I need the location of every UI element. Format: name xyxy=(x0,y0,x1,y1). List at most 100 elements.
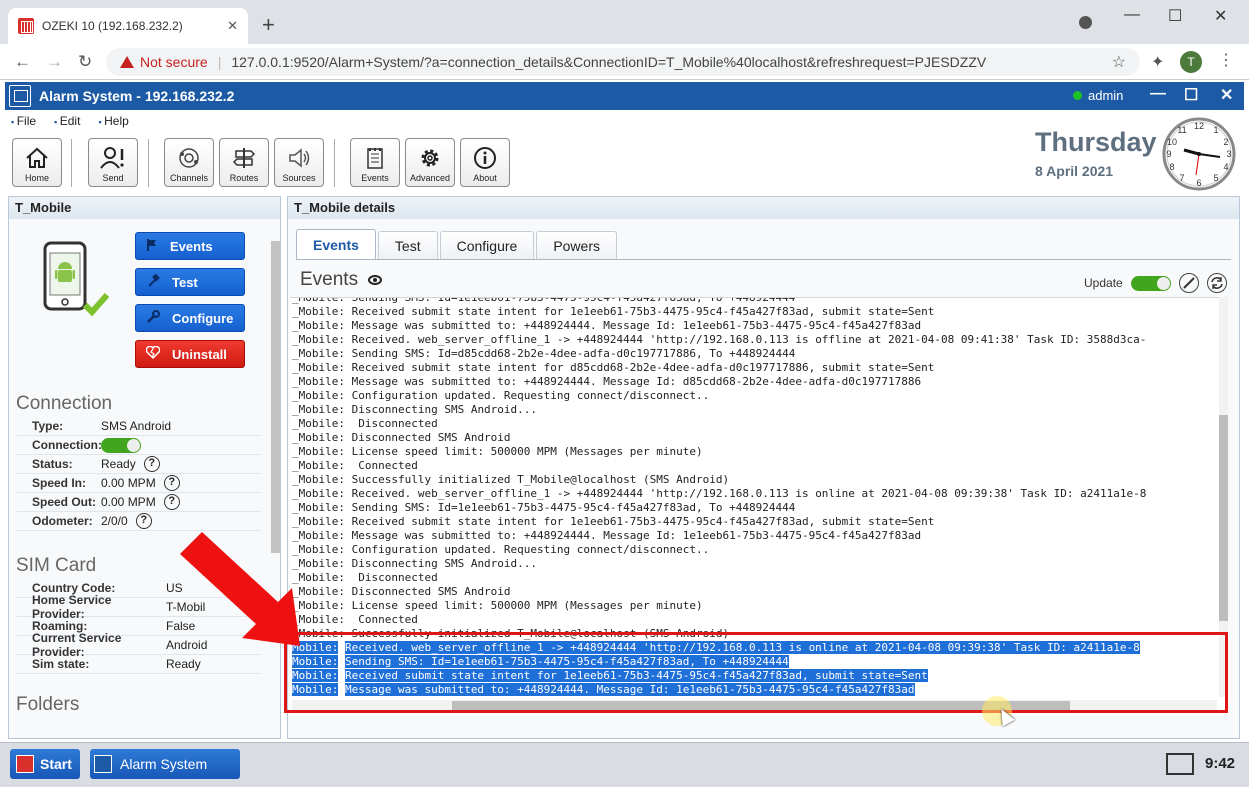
browser-menu-icon[interactable]: ⋮ xyxy=(1218,50,1234,70)
log-line[interactable]: _Mobile: Disconnected SMS Android xyxy=(290,585,1228,599)
back-button[interactable]: ← xyxy=(14,52,31,72)
connection-properties: Type: SMS Android Connection: Status: Re… xyxy=(17,417,261,531)
log-line[interactable]: _Mobile: Successfully initialized T_Mobi… xyxy=(290,473,1228,487)
menu-edit[interactable]: Edit xyxy=(54,114,81,128)
log-line[interactable]: _Mobile: Successfully initialized T_Mobi… xyxy=(290,627,1228,641)
log-line[interactable]: _Mobile: Disconnected xyxy=(290,417,1228,431)
log-vertical-scrollbar[interactable] xyxy=(1219,297,1228,697)
bookmark-star-icon[interactable]: ☆ xyxy=(1112,52,1126,72)
tab-search-icon[interactable] xyxy=(1079,16,1092,29)
svg-text:7: 7 xyxy=(1179,173,1184,183)
property-value xyxy=(101,437,141,453)
app-maximize-button[interactable]: ☐ xyxy=(1184,85,1198,105)
log-line[interactable]: _Mobile: Disconnected xyxy=(290,571,1228,585)
log-horizontal-scrollbar[interactable] xyxy=(292,700,1217,711)
start-button[interactable]: Start xyxy=(10,749,80,779)
uninstall-action-button[interactable]: Uninstall xyxy=(135,340,245,368)
event-log[interactable]: _Mobile: Sending SMS: Id=1e1eeb61-75b3-4… xyxy=(290,297,1228,715)
new-tab-button[interactable]: + xyxy=(262,12,275,38)
log-line[interactable]: _Mobile: Configuration updated. Requesti… xyxy=(290,389,1228,403)
clear-log-icon[interactable] xyxy=(1178,273,1199,293)
not-secure-label[interactable]: Not secure xyxy=(140,54,208,70)
scrollbar-thumb[interactable] xyxy=(452,701,1070,710)
eye-icon[interactable] xyxy=(368,275,383,285)
window-close-button[interactable]: ✕ xyxy=(1214,6,1227,26)
app-close-button[interactable]: ✕ xyxy=(1220,85,1233,105)
events-action-button[interactable]: Events xyxy=(135,232,245,260)
log-line[interactable]: _Mobile: Message was submitted to: +4489… xyxy=(290,375,1228,389)
log-line[interactable]: Mobile: Received submit state intent for… xyxy=(290,669,1228,683)
log-line[interactable]: _Mobile: Connected xyxy=(290,613,1228,627)
help-icon[interactable]: ? xyxy=(163,494,180,510)
user-indicator[interactable]: admin xyxy=(1073,88,1123,103)
log-line[interactable]: _Mobile: License speed limit: 500000 MPM… xyxy=(290,445,1228,459)
help-icon[interactable]: ? xyxy=(135,513,152,529)
taskbar-item-alarm-system[interactable]: Alarm System xyxy=(90,749,240,779)
window-minimize-button[interactable]: — xyxy=(1124,6,1140,24)
folders-section-title[interactable]: Folders xyxy=(16,694,79,716)
log-line[interactable]: Mobile: Sending SMS: Id=1e1eeb61-75b3-44… xyxy=(290,655,1228,669)
window-maximize-button[interactable]: ☐ xyxy=(1168,6,1182,26)
url-text[interactable]: 127.0.0.1:9520/Alarm+System/?a=connectio… xyxy=(231,54,986,70)
menu-file[interactable]: File xyxy=(11,114,36,128)
log-line[interactable]: _Mobile: Sending SMS: Id=1e1eeb61-75b3-4… xyxy=(290,501,1228,515)
log-line[interactable]: _Mobile: Message was submitted to: +4489… xyxy=(290,319,1228,333)
log-line[interactable]: _Mobile: Disconnecting SMS Android... xyxy=(290,557,1228,571)
log-line[interactable]: _Mobile: License speed limit: 500000 MPM… xyxy=(290,599,1228,613)
log-line[interactable]: _Mobile: Configuration updated. Requesti… xyxy=(290,543,1228,557)
log-message: License speed limit: 500000 MPM (Message… xyxy=(351,445,703,458)
monitor-icon[interactable] xyxy=(1166,753,1194,775)
property-key: Speed In: xyxy=(32,476,87,490)
refresh-icon[interactable] xyxy=(1206,273,1227,293)
channels-button[interactable]: Channels xyxy=(164,138,214,187)
log-line[interactable]: _Mobile: Received submit state intent fo… xyxy=(290,361,1228,375)
update-toggle[interactable] xyxy=(1130,275,1171,291)
scrollbar-thumb[interactable] xyxy=(271,241,280,553)
log-line[interactable]: Mobile: Received. web_server_offline_1 -… xyxy=(290,641,1228,655)
menu-help[interactable]: Help xyxy=(98,114,129,128)
forward-button[interactable]: → xyxy=(46,52,63,72)
profile-avatar[interactable]: T xyxy=(1180,51,1202,73)
sources-button[interactable]: Sources xyxy=(274,138,324,187)
side-panel-scrollbar[interactable] xyxy=(271,237,280,717)
scrollbar-thumb[interactable] xyxy=(1219,415,1228,621)
svg-text:4: 4 xyxy=(1223,162,1228,172)
log-line[interactable]: Mobile: Message was submitted to: +44892… xyxy=(290,683,1228,697)
omnibox[interactable]: Not secure | 127.0.0.1:9520/Alarm+System… xyxy=(106,48,1140,76)
routes-button[interactable]: Routes xyxy=(219,138,269,187)
tab-close-icon[interactable]: ✕ xyxy=(227,18,238,34)
log-message: Disconnecting SMS Android... xyxy=(351,403,538,416)
log-line[interactable]: _Mobile: Received submit state intent fo… xyxy=(290,305,1228,319)
configure-action-button[interactable]: Configure xyxy=(135,304,245,332)
log-line[interactable]: _Mobile: Disconnected SMS Android xyxy=(290,431,1228,445)
reload-button[interactable]: ↻ xyxy=(78,52,92,72)
help-icon[interactable]: ? xyxy=(143,456,160,472)
log-line[interactable]: _Mobile: Connected xyxy=(290,459,1228,473)
log-line[interactable]: _Mobile: Received. web_server_offline_1 … xyxy=(290,333,1228,347)
browser-tab[interactable]: OZEKI 10 (192.168.232.2) ✕ xyxy=(8,8,248,44)
home-button[interactable]: Home xyxy=(12,138,62,187)
tab-powers[interactable]: Powers xyxy=(536,231,617,259)
extensions-icon[interactable]: ✦ xyxy=(1151,52,1164,72)
tab-events[interactable]: Events xyxy=(296,229,376,259)
log-line[interactable]: _Mobile: Received. web_server_offline_1 … xyxy=(290,487,1228,501)
log-line[interactable]: _Mobile: Sending SMS: Id=1e1eeb61-75b3-4… xyxy=(290,298,1228,305)
tab-configure[interactable]: Configure xyxy=(439,231,535,259)
send-button[interactable]: Send xyxy=(88,138,138,187)
gear-icon xyxy=(417,147,443,169)
log-line[interactable]: _Mobile: Received submit state intent fo… xyxy=(290,515,1228,529)
connection-toggle[interactable] xyxy=(101,437,141,453)
test-action-button[interactable]: Test xyxy=(135,268,245,296)
events-button[interactable]: Events xyxy=(350,138,400,187)
log-line[interactable]: _Mobile: Disconnecting SMS Android... xyxy=(290,403,1228,417)
log-source: _Mobile: xyxy=(292,445,345,458)
log-message: Received submit state intent for d85cdd6… xyxy=(351,361,935,374)
log-line[interactable]: _Mobile: Sending SMS: Id=d85cdd68-2b2e-4… xyxy=(290,347,1228,361)
tab-test[interactable]: Test xyxy=(377,231,438,259)
advanced-button[interactable]: Advanced xyxy=(405,138,455,187)
app-minimize-button[interactable]: — xyxy=(1150,85,1166,103)
svg-text:10: 10 xyxy=(1167,137,1177,147)
about-button[interactable]: About xyxy=(460,138,510,187)
help-icon[interactable]: ? xyxy=(163,475,180,491)
log-line[interactable]: _Mobile: Message was submitted to: +4489… xyxy=(290,529,1228,543)
